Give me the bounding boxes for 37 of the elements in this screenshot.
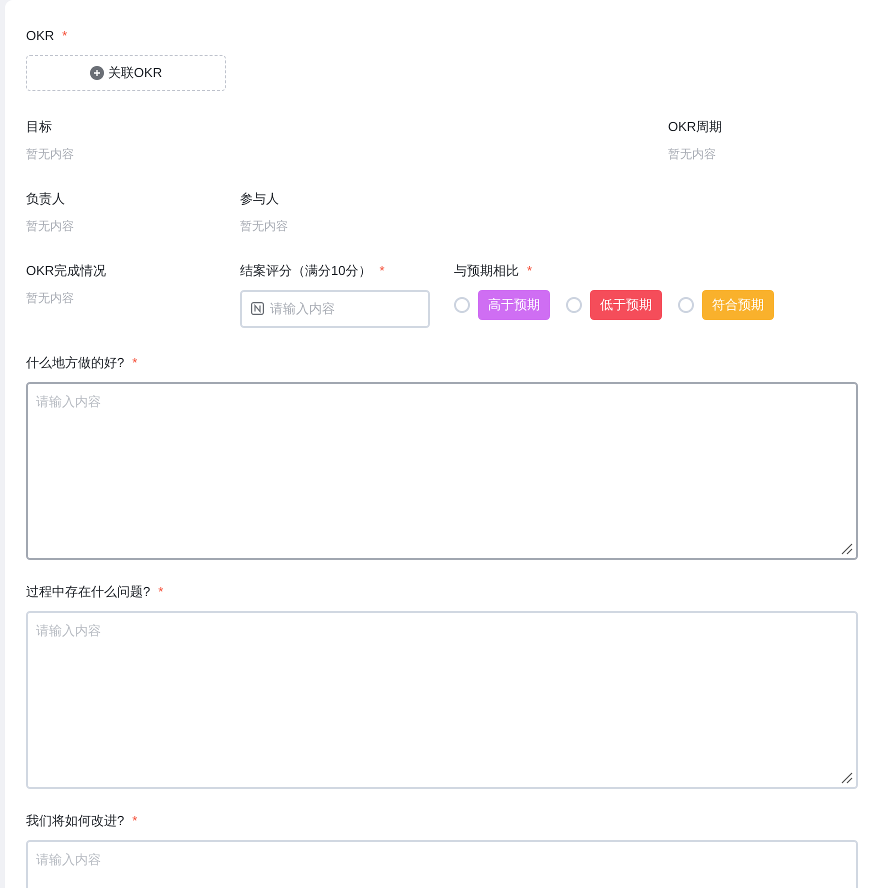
required-asterisk: * <box>62 27 68 45</box>
empty-value: 暂无内容 <box>26 218 75 234</box>
field-label: OKR完成情况 <box>26 262 108 280</box>
required-asterisk: * <box>132 812 138 830</box>
text-area[interactable]: 请输入内容 <box>26 840 858 888</box>
required-asterisk: * <box>379 262 385 280</box>
empty-value: 暂无内容 <box>26 290 75 306</box>
field-label: 过程中存在什么问题? <box>26 582 150 600</box>
radio-button[interactable] <box>678 296 694 312</box>
text-area[interactable]: 请输入内容 <box>26 610 858 788</box>
field-label: OKR周期 <box>668 118 722 136</box>
empty-value: 暂无内容 <box>240 218 288 234</box>
radio-button[interactable] <box>454 296 470 312</box>
empty-value: 暂无内容 <box>26 146 75 162</box>
score-input[interactable]: 请输入内容 <box>240 290 430 328</box>
option-tag[interactable]: 低于预期 <box>590 290 662 320</box>
resize-handle-icon[interactable] <box>841 772 853 784</box>
resize-handle-icon[interactable] <box>841 542 853 554</box>
required-asterisk: * <box>527 262 532 280</box>
field-label: 负责人 <box>26 190 66 208</box>
field-label: 我们将如何改进? <box>26 812 124 830</box>
field-label: 什么地方做的好? <box>26 354 124 372</box>
field-label: 结案评分（满分10分） <box>240 262 372 280</box>
text-area[interactable]: 请输入内容 <box>26 382 858 560</box>
required-asterisk: * <box>132 354 138 372</box>
field-label: OKR <box>26 27 54 45</box>
option-tag[interactable]: 符合预期 <box>702 290 774 320</box>
radio-button[interactable] <box>566 296 582 312</box>
number-icon <box>251 302 264 315</box>
empty-value: 暂无内容 <box>668 146 717 162</box>
field-label: 与预期相比 <box>454 262 519 280</box>
plus-circle-icon <box>90 66 104 80</box>
required-asterisk: * <box>158 582 164 600</box>
option-tag[interactable]: 高于预期 <box>478 290 550 320</box>
link-okr-button[interactable]: 关联OKR <box>26 54 226 90</box>
field-label: 目标 <box>26 118 53 136</box>
field-label: 参与人 <box>240 190 280 208</box>
